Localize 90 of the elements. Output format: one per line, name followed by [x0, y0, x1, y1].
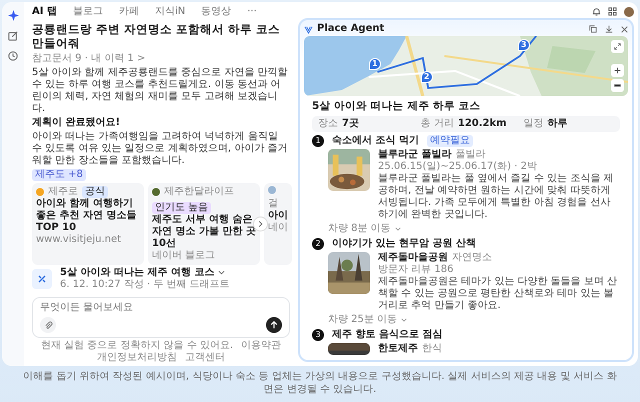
- source-badge: 공식: [82, 186, 108, 198]
- course-summary-title: 5살 아이와 떠나는 제주 하루 코스: [312, 100, 482, 113]
- step-badge: 예약필요: [426, 134, 473, 147]
- nav-tab[interactable]: 블로그: [72, 6, 103, 18]
- step-number: 2: [312, 238, 324, 250]
- course-meta: 6. 12. 10:27 작성 · 두 번째 드래프트: [60, 278, 230, 291]
- transit-info: 차량 8분 이동: [328, 222, 391, 235]
- apps-icon[interactable]: [608, 7, 617, 16]
- panel-title: Place Agent: [317, 23, 384, 35]
- step-title: 이야기가 있는 현무암 공원 산책: [332, 238, 476, 250]
- nav-tab[interactable]: AI 탭: [32, 6, 57, 18]
- answer-heading: 계획이 완료됐어요!: [32, 116, 122, 129]
- footer-link[interactable]: 이용약관: [241, 340, 282, 352]
- minus-icon[interactable]: [614, 82, 621, 89]
- stat-label: 총 거리: [420, 118, 454, 130]
- place-meta: 방문자 리뷰 186: [378, 264, 454, 276]
- place-meta: 25.06.15(일)~25.06.17(화) · 2박: [378, 160, 538, 173]
- source-origin: www.visitjeju.net: [36, 234, 122, 246]
- message-input[interactable]: 무엇이든 물어보세요: [32, 297, 290, 338]
- stat-value: 120.2km: [458, 118, 507, 130]
- nav-tab[interactable]: 동영상: [201, 6, 232, 18]
- place-name[interactable]: 제주돌마을공원: [378, 252, 448, 264]
- edit-icon[interactable]: [8, 31, 18, 41]
- attach-button[interactable]: [40, 317, 56, 333]
- step-title: 숙소에서 조식 먹기: [332, 134, 419, 147]
- expand-icon[interactable]: [614, 43, 621, 50]
- close-icon[interactable]: [621, 26, 628, 32]
- notice-text: 현재 실험 중으로 정확하지 않을 수 있어요.: [40, 340, 234, 352]
- site-icon: [268, 186, 276, 194]
- send-button[interactable]: [266, 317, 282, 333]
- source-title: 제주도 서부 여행 숨은 자연 명소 가볼 만한 곳 10선: [152, 214, 256, 250]
- source-tag[interactable]: 제주도 +8: [32, 168, 86, 181]
- reference-link[interactable]: 참고문서 9 · 내 이력 1 >: [32, 52, 146, 65]
- expand-button[interactable]: [611, 40, 624, 53]
- chevron-icon[interactable]: [401, 318, 408, 322]
- course-title[interactable]: 5살 아이와 떠나는 제주 여행 코스: [60, 266, 214, 279]
- source-title: 아이와 함께 여행하기 좋은 추천 자연 명소들 TOP 10: [36, 198, 138, 234]
- footer-link[interactable]: 고객센터: [185, 352, 225, 363]
- avatar-icon[interactable]: [624, 6, 634, 16]
- source-origin: 네이버 블로그: [152, 250, 216, 262]
- site-icon: [152, 188, 160, 196]
- paperclip-icon[interactable]: [44, 320, 52, 330]
- message-field[interactable]: 무엇이든 물어보세요: [40, 302, 282, 314]
- arrow-up-icon[interactable]: [270, 321, 278, 329]
- agent-icon: [304, 24, 313, 34]
- place-description: 블루라군 풀빌라는 풀 옆에서 즐길 수 있는 조식을 제공하며, 전날 예약하면 원하는 시간에 맞춰 따뜻하게 서빙됩니다. 가족 모두에게 특별한 아침 경험을 선사하기에 완벽한 곳입니다.: [378, 172, 614, 221]
- source-card[interactable]: 걸 아이 네이: [264, 182, 292, 265]
- bell-icon[interactable]: [592, 7, 601, 16]
- step-title: 제주 향토 음식으로 점심: [332, 328, 442, 341]
- zoom-in-button[interactable]: [611, 64, 624, 77]
- footer-link[interactable]: 개인정보처리방침: [97, 352, 177, 363]
- place-name[interactable]: 블루라군 풀빌라: [378, 148, 452, 161]
- site-name: 제주한달라이프: [164, 186, 234, 198]
- place-category: 한식: [422, 342, 442, 355]
- transit-info: 차량 25분 이동: [328, 314, 398, 326]
- site-name: 걸: [268, 198, 278, 210]
- place-category: 풀빌라: [455, 148, 486, 161]
- source-badge: 인기도 높음: [152, 202, 212, 214]
- zoom-out-button[interactable]: [611, 79, 624, 92]
- source-origin: 네이: [268, 222, 288, 234]
- stat-label: 일정: [523, 118, 544, 130]
- disclaimer-text: 이해를 돕기 위하여 작성된 예시이며, 식당이나 숙소 등 업체는 가상의 내용으로 구성했습니다. 실제 서비스의 제공 내용 및 서비스 화면은 변경될 수 있습니다.: [22, 370, 618, 396]
- site-icon: [36, 188, 44, 196]
- download-icon[interactable]: [605, 25, 613, 33]
- chevron-icon[interactable]: [394, 226, 401, 231]
- course-icon[interactable]: [32, 268, 52, 289]
- nav-tab[interactable]: 지식iN: [154, 6, 186, 18]
- source-card[interactable]: 제주한달라이프 인기도 높음 제주도 서부 여행 숨은 자연 명소 가볼 만한 곳 10선 네이버 블로그: [148, 182, 260, 265]
- site-name: 제주로: [48, 186, 78, 198]
- step-number: 3: [312, 328, 324, 341]
- chevron-right-icon[interactable]: [258, 220, 263, 228]
- source-card[interactable]: 제주로 공식 아이와 함께 여행하기 좋은 추천 자연 명소들 TOP 10 www.visitjeju.net: [32, 182, 144, 265]
- history-icon[interactable]: [8, 51, 18, 61]
- nav-tab[interactable]: 카페: [118, 6, 139, 18]
- copy-icon[interactable]: [589, 25, 597, 33]
- stat-value: 하루: [547, 118, 568, 130]
- answer-paragraph: 아이와 떠나는 가족여행임을 고려하여 넉넉하게 움직일 수 있도록 여유 있는 일정으로 계획하였으며, 아이가 즐거워할 만한 장소들을 포함했습니다.: [32, 130, 288, 167]
- place-category: 자연명소: [452, 252, 492, 264]
- source-title: 아이: [268, 210, 288, 222]
- step-number: 1: [312, 134, 324, 147]
- stat-label: 장소: [318, 118, 338, 130]
- place-name[interactable]: 한토제주: [378, 342, 418, 355]
- plus-icon[interactable]: [614, 67, 621, 74]
- answer-paragraph: 5살 아이와 함께 제주공룡랜드를 중심으로 자연을 만끽할 수 있는 하루 여행 코스를 추천드릴게요. 이동 동선과 어린이의 체력, 자연 체험의 재미를 모두 고려해 보겠습니다.: [32, 66, 288, 115]
- chevron-icon[interactable]: [218, 270, 226, 276]
- logo-icon[interactable]: [8, 10, 18, 21]
- stat-value: 7곳: [342, 118, 359, 130]
- place-description: 제주돌마을공원은 테마가 있는 다양한 돌들을 보며 산책할 수 있는 공원으로 평탄한 산책로와 테마 있는 볼거리로 추억 만들기 좋아요.: [378, 276, 618, 312]
- question-title: 공룡랜드랑 주변 자연명소 포함해서 하루 코스 만들어줘: [32, 23, 282, 51]
- more-button[interactable]: ···: [247, 6, 257, 18]
